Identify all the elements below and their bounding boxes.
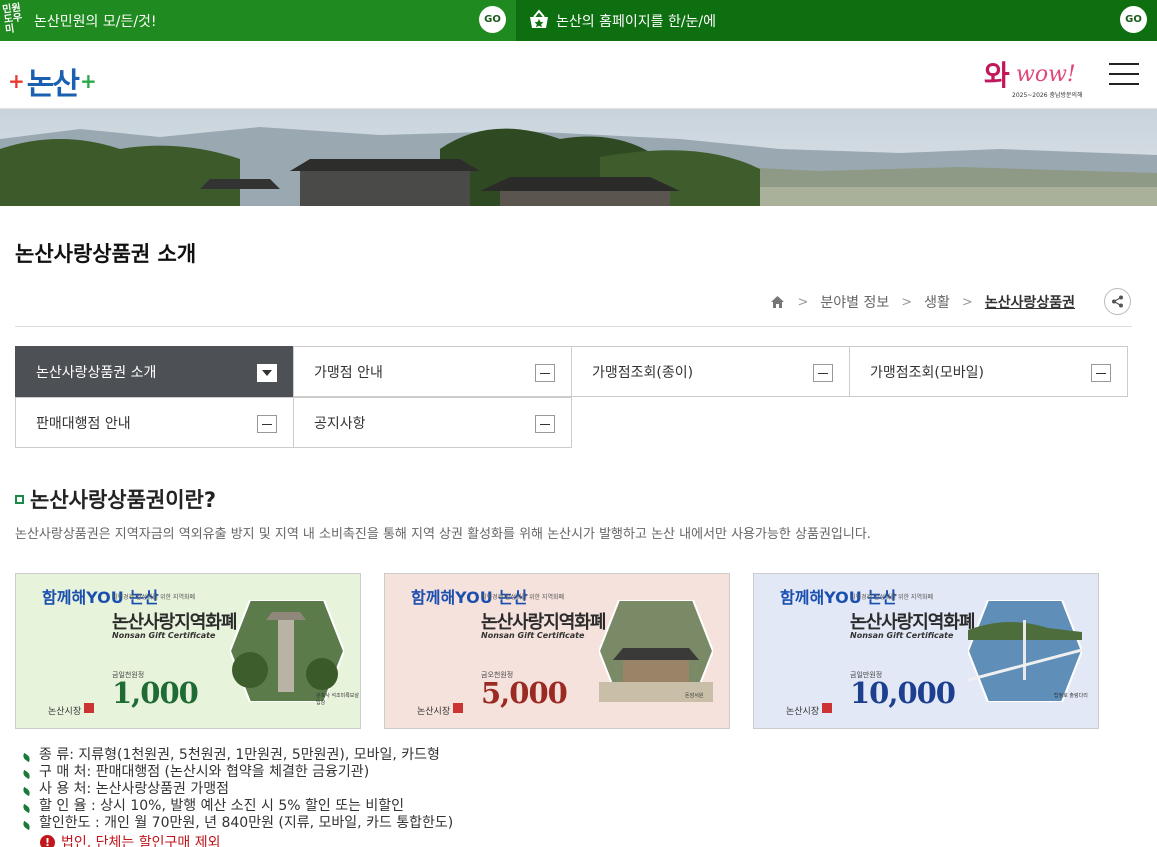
tab-store-search-paper[interactable]: 가맹점조회(종이) <box>571 346 850 397</box>
voucher-issuer: 논산시장 <box>48 707 82 717</box>
tab-store-search-mobile[interactable]: 가맹점조회(모바일) <box>849 346 1128 397</box>
homepage-go-button[interactable]: GO <box>1120 6 1147 33</box>
tab-sales-agent-guide[interactable]: 판매대행점 안내 <box>15 397 294 448</box>
voucher-caption: 탑정호 출렁다리 <box>1054 693 1088 699</box>
tab-voucher-intro[interactable]: 논산사랑상품권 소개 <box>15 346 294 397</box>
chevron-right-icon: > <box>961 294 973 310</box>
list-item: 구 매 처: 판매대행점 (논산시와 협약을 체결한 금융기관) <box>21 764 453 781</box>
minwon-banner[interactable]: 민원 도우미 논산민원의 모/든/것! GO <box>0 0 516 41</box>
statue-photo <box>230 600 344 702</box>
home-icon[interactable] <box>770 295 785 309</box>
tab-notice[interactable]: 공지사항 <box>293 397 572 448</box>
section-title: 논산사랑상품권이란? <box>15 484 216 514</box>
leaf-bullet-icon <box>21 820 32 831</box>
sub-menu-tabs: 논산사랑상품권 소개 가맹점 안내 가맹점조회(종이) 가맹점조회(모바일) 판… <box>15 346 1129 449</box>
tab-label: 가맹점조회(종이) <box>592 364 694 381</box>
minwon-helper-logo: 민원 도우미 <box>1 2 23 36</box>
section-title-text: 논산사랑상품권이란? <box>30 488 217 512</box>
seal-icon <box>822 703 832 713</box>
logo-plus-icon: + <box>8 69 25 93</box>
leaf-bullet-icon <box>21 786 32 797</box>
square-bullet-icon <box>15 494 24 504</box>
homepage-banner-text: 논산의 홈페이지를 한/눈/에 <box>556 14 717 30</box>
wow-visit-year-logo[interactable]: 와 wow! 2025~2026 충남방문의해 <box>982 51 1094 101</box>
tab-label: 판매대행점 안내 <box>36 415 131 432</box>
logo-plus-icon: + <box>79 69 97 93</box>
warning-note: ! 법인, 단체는 할인구매 제외 <box>40 832 220 847</box>
minus-icon[interactable] <box>257 415 277 433</box>
minwon-go-button[interactable]: GO <box>479 6 506 33</box>
leaf-bullet-icon <box>21 769 32 780</box>
seowon-photo <box>599 600 713 702</box>
voucher-issuer: 논산시장 <box>417 707 451 717</box>
voucher-subtitle: Nonsan Gift Certificate <box>112 631 216 640</box>
minus-icon[interactable] <box>535 415 555 433</box>
minus-icon[interactable] <box>1091 364 1111 382</box>
tab-label: 가맹점 안내 <box>314 364 383 381</box>
tab-store-guide[interactable]: 가맹점 안내 <box>293 346 572 397</box>
top-bar: 민원 도우미 논산민원의 모/든/것! GO 논산의 홈페이지를 한/눈/에 G… <box>0 0 1157 41</box>
warning-text: 법인, 단체는 할인구매 제외 <box>61 835 221 847</box>
share-button[interactable] <box>1104 288 1131 315</box>
voucher-subtitle: Nonsan Gift Certificate <box>850 631 954 640</box>
divider <box>15 326 1132 327</box>
chevron-right-icon: > <box>901 294 913 310</box>
basket-icon <box>530 9 548 28</box>
wow-sub: 2025~2026 충남방문의해 <box>1012 91 1083 99</box>
breadcrumb-current[interactable]: 논산사랑상품권 <box>985 292 1075 312</box>
list-item: 할인한도 : 개인 월 70만원, 년 840만원 (지류, 모바일, 카드 통… <box>21 815 453 832</box>
chevron-right-icon: > <box>797 294 809 310</box>
voucher-amount: 10,000 <box>850 676 956 710</box>
site-header: + 논산 + 와 wow! 2025~2026 충남방문의해 <box>0 41 1157 109</box>
menu-hamburger-icon[interactable] <box>1109 63 1139 85</box>
voucher-amount: 1,000 <box>112 676 199 710</box>
voucher-caption: 관촉사 석조미륵보살입상 <box>316 693 359 706</box>
bridge-photo <box>968 600 1082 702</box>
seal-icon <box>453 703 463 713</box>
voucher-subtitle: Nonsan Gift Certificate <box>481 631 585 640</box>
homepage-banner[interactable]: 논산의 홈페이지를 한/눈/에 GO <box>516 0 1157 41</box>
list-item: 사 용 처: 논산사랑상품권 가맹점 <box>21 781 453 798</box>
tab-label: 논산사랑상품권 소개 <box>36 364 157 381</box>
caret-down-icon[interactable] <box>257 364 277 382</box>
tab-label: 공지사항 <box>314 415 366 432</box>
voucher-issuer: 논산시장 <box>786 707 820 717</box>
tab-label: 가맹점조회(모바일) <box>870 364 984 381</box>
voucher-tagline: 지역경제 활성화를 위한 지역화폐 <box>481 594 565 601</box>
voucher-amount: 5,000 <box>481 676 568 710</box>
breadcrumb-item[interactable]: 분야별 정보 <box>820 292 889 312</box>
voucher-tagline: 지역경제 활성화를 위한 지역화폐 <box>112 594 196 601</box>
nonsan-logo[interactable]: + 논산 + <box>8 59 97 103</box>
share-icon <box>1112 295 1123 308</box>
minus-icon[interactable] <box>535 364 555 382</box>
exclamation-icon: ! <box>40 834 55 847</box>
voucher-info-list: 종 류: 지류형(1천원권, 5천원권, 1만원권, 5만원권), 모바일, 카… <box>21 747 453 832</box>
seal-icon <box>84 703 94 713</box>
voucher-caption: 돈암서원 <box>685 693 704 699</box>
leaf-bullet-icon <box>21 803 32 814</box>
logo-name: 논산 <box>26 67 80 102</box>
wow-prefix: 와 <box>984 59 1010 92</box>
minus-icon[interactable] <box>813 364 833 382</box>
hero-banner-image <box>0 109 1157 206</box>
page-title: 논산사랑상품권 소개 <box>15 242 197 266</box>
voucher-1000-image: 함께해YOU 논산 지역경제 활성화를 위한 지역화폐 논산사랑지역화폐 Non… <box>15 573 361 729</box>
voucher-tagline: 지역경제 활성화를 위한 지역화폐 <box>850 594 934 601</box>
list-item: 종 류: 지류형(1천원권, 5천원권, 1만원권, 5만원권), 모바일, 카… <box>21 747 453 764</box>
wow-text: wow! <box>1016 62 1076 87</box>
section-description: 논산사랑상품권은 지역자금의 역외유출 방지 및 지역 내 소비촉진을 통해 지… <box>15 527 871 542</box>
breadcrumb: > 분야별 정보 > 생활 > 논산사랑상품권 <box>770 292 1075 312</box>
breadcrumb-item[interactable]: 생활 <box>924 292 950 312</box>
leaf-bullet-icon <box>21 752 32 763</box>
voucher-10000-image: 함께해YOU 논산 지역경제 활성화를 위한 지역화폐 논산사랑지역화폐 Non… <box>753 573 1099 729</box>
voucher-5000-image: 함께해YOU 논산 지역경제 활성화를 위한 지역화폐 논산사랑지역화폐 Non… <box>384 573 730 729</box>
list-item: 할 인 율 : 상시 10%, 발행 예산 소진 시 5% 할인 또는 비할인 <box>21 798 453 815</box>
minwon-banner-text: 논산민원의 모/든/것! <box>34 14 157 30</box>
